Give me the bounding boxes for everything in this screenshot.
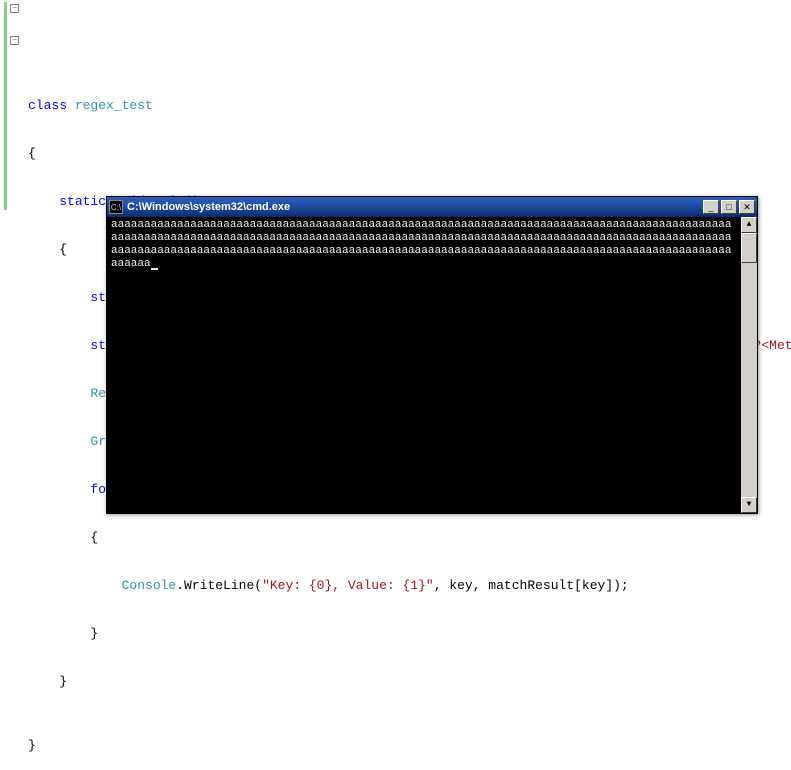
code-line: class regex_test bbox=[8, 98, 791, 114]
scroll-thumb[interactable] bbox=[741, 233, 757, 263]
code-line: { bbox=[8, 146, 791, 162]
code-line: Console.WriteLine("Key: {0}, Value: {1}"… bbox=[8, 578, 791, 594]
titlebar[interactable]: C:\ C:\Windows\system32\cmd.exe _ □ ✕ bbox=[107, 197, 757, 217]
change-gutter bbox=[4, 2, 7, 210]
code-line: } bbox=[8, 738, 791, 754]
console-body[interactable]: aaaaaaaaaaaaaaaaaaaaaaaaaaaaaaaaaaaaaaaa… bbox=[107, 217, 757, 513]
console-window[interactable]: C:\ C:\Windows\system32\cmd.exe _ □ ✕ aa… bbox=[106, 196, 758, 514]
scroll-down-button[interactable]: ▼ bbox=[741, 497, 757, 513]
code-line: } bbox=[8, 626, 791, 642]
console-output: aaaaaaaaaaaaaaaaaaaaaaaaaaaaaaaaaaaaaaaa… bbox=[111, 219, 737, 271]
minimize-button[interactable]: _ bbox=[703, 200, 719, 214]
window-controls: _ □ ✕ bbox=[703, 200, 755, 214]
fold-toggle-method[interactable]: − bbox=[10, 36, 19, 45]
fold-toggle-class[interactable]: − bbox=[10, 4, 19, 13]
code-line: { bbox=[8, 530, 791, 546]
maximize-button[interactable]: □ bbox=[721, 200, 737, 214]
scroll-up-button[interactable]: ▲ bbox=[741, 217, 757, 233]
text-cursor bbox=[151, 268, 158, 270]
close-button[interactable]: ✕ bbox=[739, 200, 755, 214]
code-line: } bbox=[8, 674, 791, 690]
window-title: C:\Windows\system32\cmd.exe bbox=[127, 201, 703, 213]
vertical-scrollbar[interactable]: ▲ ▼ bbox=[741, 217, 757, 513]
cmd-icon: C:\ bbox=[109, 200, 123, 214]
